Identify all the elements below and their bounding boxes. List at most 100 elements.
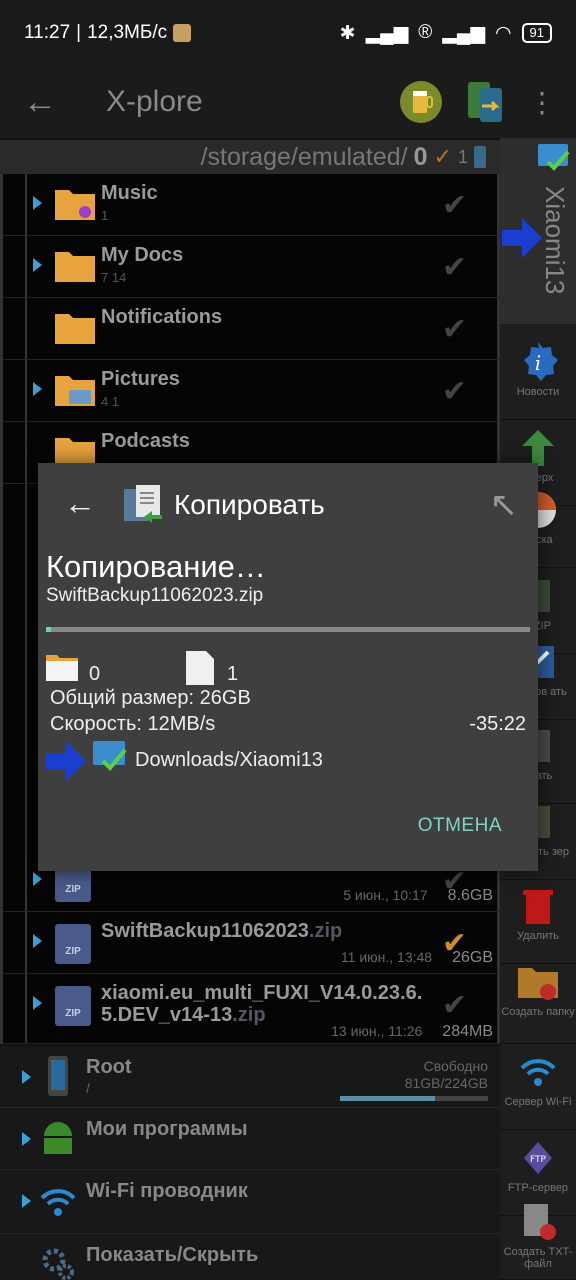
bottom-list: Root / Свободно 81GB/224GB Мои программы… [0, 1046, 500, 1280]
device-tab[interactable]: Xiaomi13 [500, 138, 576, 324]
network-speed: 12,3МБ/с [87, 22, 168, 43]
total-size: Общий размер: 26GB [50, 687, 251, 709]
selected-count: 1 [457, 146, 468, 167]
arrow-right-icon [502, 218, 542, 258]
more-menu-icon[interactable]: ⋮ [528, 86, 556, 119]
my-apps-label: Мои программы [86, 1118, 248, 1140]
create-folder-button[interactable]: Создать папку [500, 954, 576, 1044]
arrow-up-icon [522, 430, 554, 466]
wifi-icon [40, 1189, 76, 1216]
checkbox-icon[interactable]: ✔ [442, 312, 467, 347]
file-name: Podcasts [101, 430, 190, 452]
music-folder-icon [55, 190, 95, 220]
free-value: 81GB/224GB [404, 1075, 488, 1091]
list-item[interactable]: Notifications ✔ [3, 298, 503, 360]
checkbox-icon[interactable]: ✔ [442, 374, 467, 409]
counts: 0 1 [46, 651, 526, 687]
file-meta: 1 [101, 208, 109, 223]
file-name: SwiftBackup11062023 [101, 920, 309, 942]
wifi-explorer-label: Wi-Fi проводник [86, 1180, 248, 1202]
info-icon: i [524, 342, 558, 381]
beer-badge-icon[interactable] [398, 79, 444, 125]
root-label: Root [86, 1056, 132, 1078]
news-button[interactable]: i Новости [500, 334, 576, 420]
collapse-arrow-icon[interactable]: ↖ [490, 485, 519, 525]
pictures-folder-icon [55, 376, 95, 406]
delete-button[interactable]: Удалить [500, 878, 576, 964]
expand-arrow-icon[interactable] [22, 1132, 31, 1146]
arrow-right-icon [46, 741, 86, 781]
wifi-icon [520, 1059, 556, 1086]
wifi-server-button[interactable]: Сервер Wi-Fi [500, 1044, 576, 1130]
app-title: X-plore [106, 85, 203, 118]
expand-arrow-icon[interactable] [22, 1070, 31, 1084]
expand-arrow-icon[interactable] [33, 872, 42, 886]
list-item[interactable]: My Docs 7 14 ✔ [3, 236, 503, 298]
path-bar[interactable]: /storage/emulated/0 ✓ 1 [0, 140, 500, 174]
new-folder-icon [518, 968, 558, 1000]
destination: Downloads/Xiaomi13 [46, 739, 526, 781]
file-size: 284MB [442, 1023, 493, 1040]
path-text: /storage/emulated/ [200, 142, 408, 171]
copy-file-name: SwiftBackup11062023.zip [46, 585, 264, 606]
side-label: Сервер Wi-Fi [504, 1096, 572, 1108]
checkbox-icon[interactable]: ✔ [442, 988, 467, 1023]
file-name: My Docs [101, 244, 184, 266]
show-hide-item[interactable]: Показать/Скрыть [0, 1234, 500, 1280]
new-text-file-icon [524, 1204, 556, 1240]
side-label: FTP-сервер [507, 1182, 569, 1194]
root-item[interactable]: Root / Свободно 81GB/224GB [0, 1046, 500, 1108]
wifi-explorer-item[interactable]: Wi-Fi проводник [0, 1170, 500, 1234]
list-item[interactable]: ZIP xiaomi.eu_multi_FUXI_V14.0.23.6. 5.D… [3, 974, 503, 1044]
file-meta: 7 14 [101, 270, 127, 285]
expand-arrow-icon[interactable] [33, 258, 42, 272]
expand-arrow-icon[interactable] [33, 934, 42, 948]
side-label: Удалить [517, 930, 559, 942]
expand-arrow-icon[interactable] [33, 382, 42, 396]
android-icon [44, 1122, 72, 1154]
file-count: 1 [227, 663, 239, 685]
switch-pane-icon[interactable] [466, 80, 506, 124]
file-name: xiaomi.eu_multi_FUXI_V14.0.23.6. [101, 982, 423, 1004]
device-icon [538, 144, 570, 171]
file-name: Pictures [101, 368, 180, 390]
file-name: Notifications [101, 306, 223, 328]
copy-progress-bar [46, 627, 530, 632]
my-apps-item[interactable]: Мои программы [0, 1108, 500, 1170]
list-item[interactable]: Pictures 4 1 ✔ [3, 360, 503, 422]
ftp-icon: FTP [524, 1142, 552, 1174]
back-arrow-icon[interactable]: ← [0, 83, 80, 122]
svg-text:i: i [535, 351, 541, 375]
trash-icon [523, 890, 553, 924]
file-size: 8.6GB [447, 887, 493, 904]
expand-arrow-icon[interactable] [33, 196, 42, 210]
time-remaining: -35:22 [469, 713, 526, 735]
file-size: 26GB [452, 949, 493, 966]
free-label: Свободно [423, 1058, 488, 1074]
list-item[interactable]: ZIP SwiftBackup11062023.zip ✔ 11 июн., 1… [3, 912, 503, 974]
svg-text:FTP: FTP [530, 1155, 547, 1165]
root-path: / [86, 1080, 90, 1096]
cancel-button[interactable]: ОТМЕНА [418, 815, 502, 837]
gear-icon [42, 1248, 74, 1280]
checkbox-icon[interactable]: ✔ [442, 188, 467, 223]
folder-icon [55, 252, 95, 282]
dialog-title: Копировать [174, 489, 325, 520]
back-arrow-icon[interactable]: ← [64, 485, 96, 522]
copy-speed: Скорость: 12MB/s [50, 713, 216, 735]
signal-icon-2: ▂▄▆ [442, 22, 485, 44]
zip-file-icon: ZIP [55, 924, 91, 964]
device-icon [93, 741, 127, 771]
clock: 11:27 [24, 22, 71, 43]
file-icon [186, 651, 214, 685]
destination-path: Downloads/Xiaomi13 [135, 749, 323, 771]
wifi-icon: ◠ [494, 22, 512, 44]
battery-indicator: 91 [521, 23, 552, 43]
create-txt-button[interactable]: Создать TXT-файл [500, 1194, 576, 1280]
expand-arrow-icon[interactable] [33, 996, 42, 1010]
storage-usage-bar [340, 1096, 488, 1101]
notification-icon [173, 24, 192, 42]
list-item[interactable]: Music 1 ✔ [3, 174, 503, 236]
checkbox-icon[interactable]: ✔ [442, 250, 467, 285]
expand-arrow-icon[interactable] [22, 1194, 31, 1208]
